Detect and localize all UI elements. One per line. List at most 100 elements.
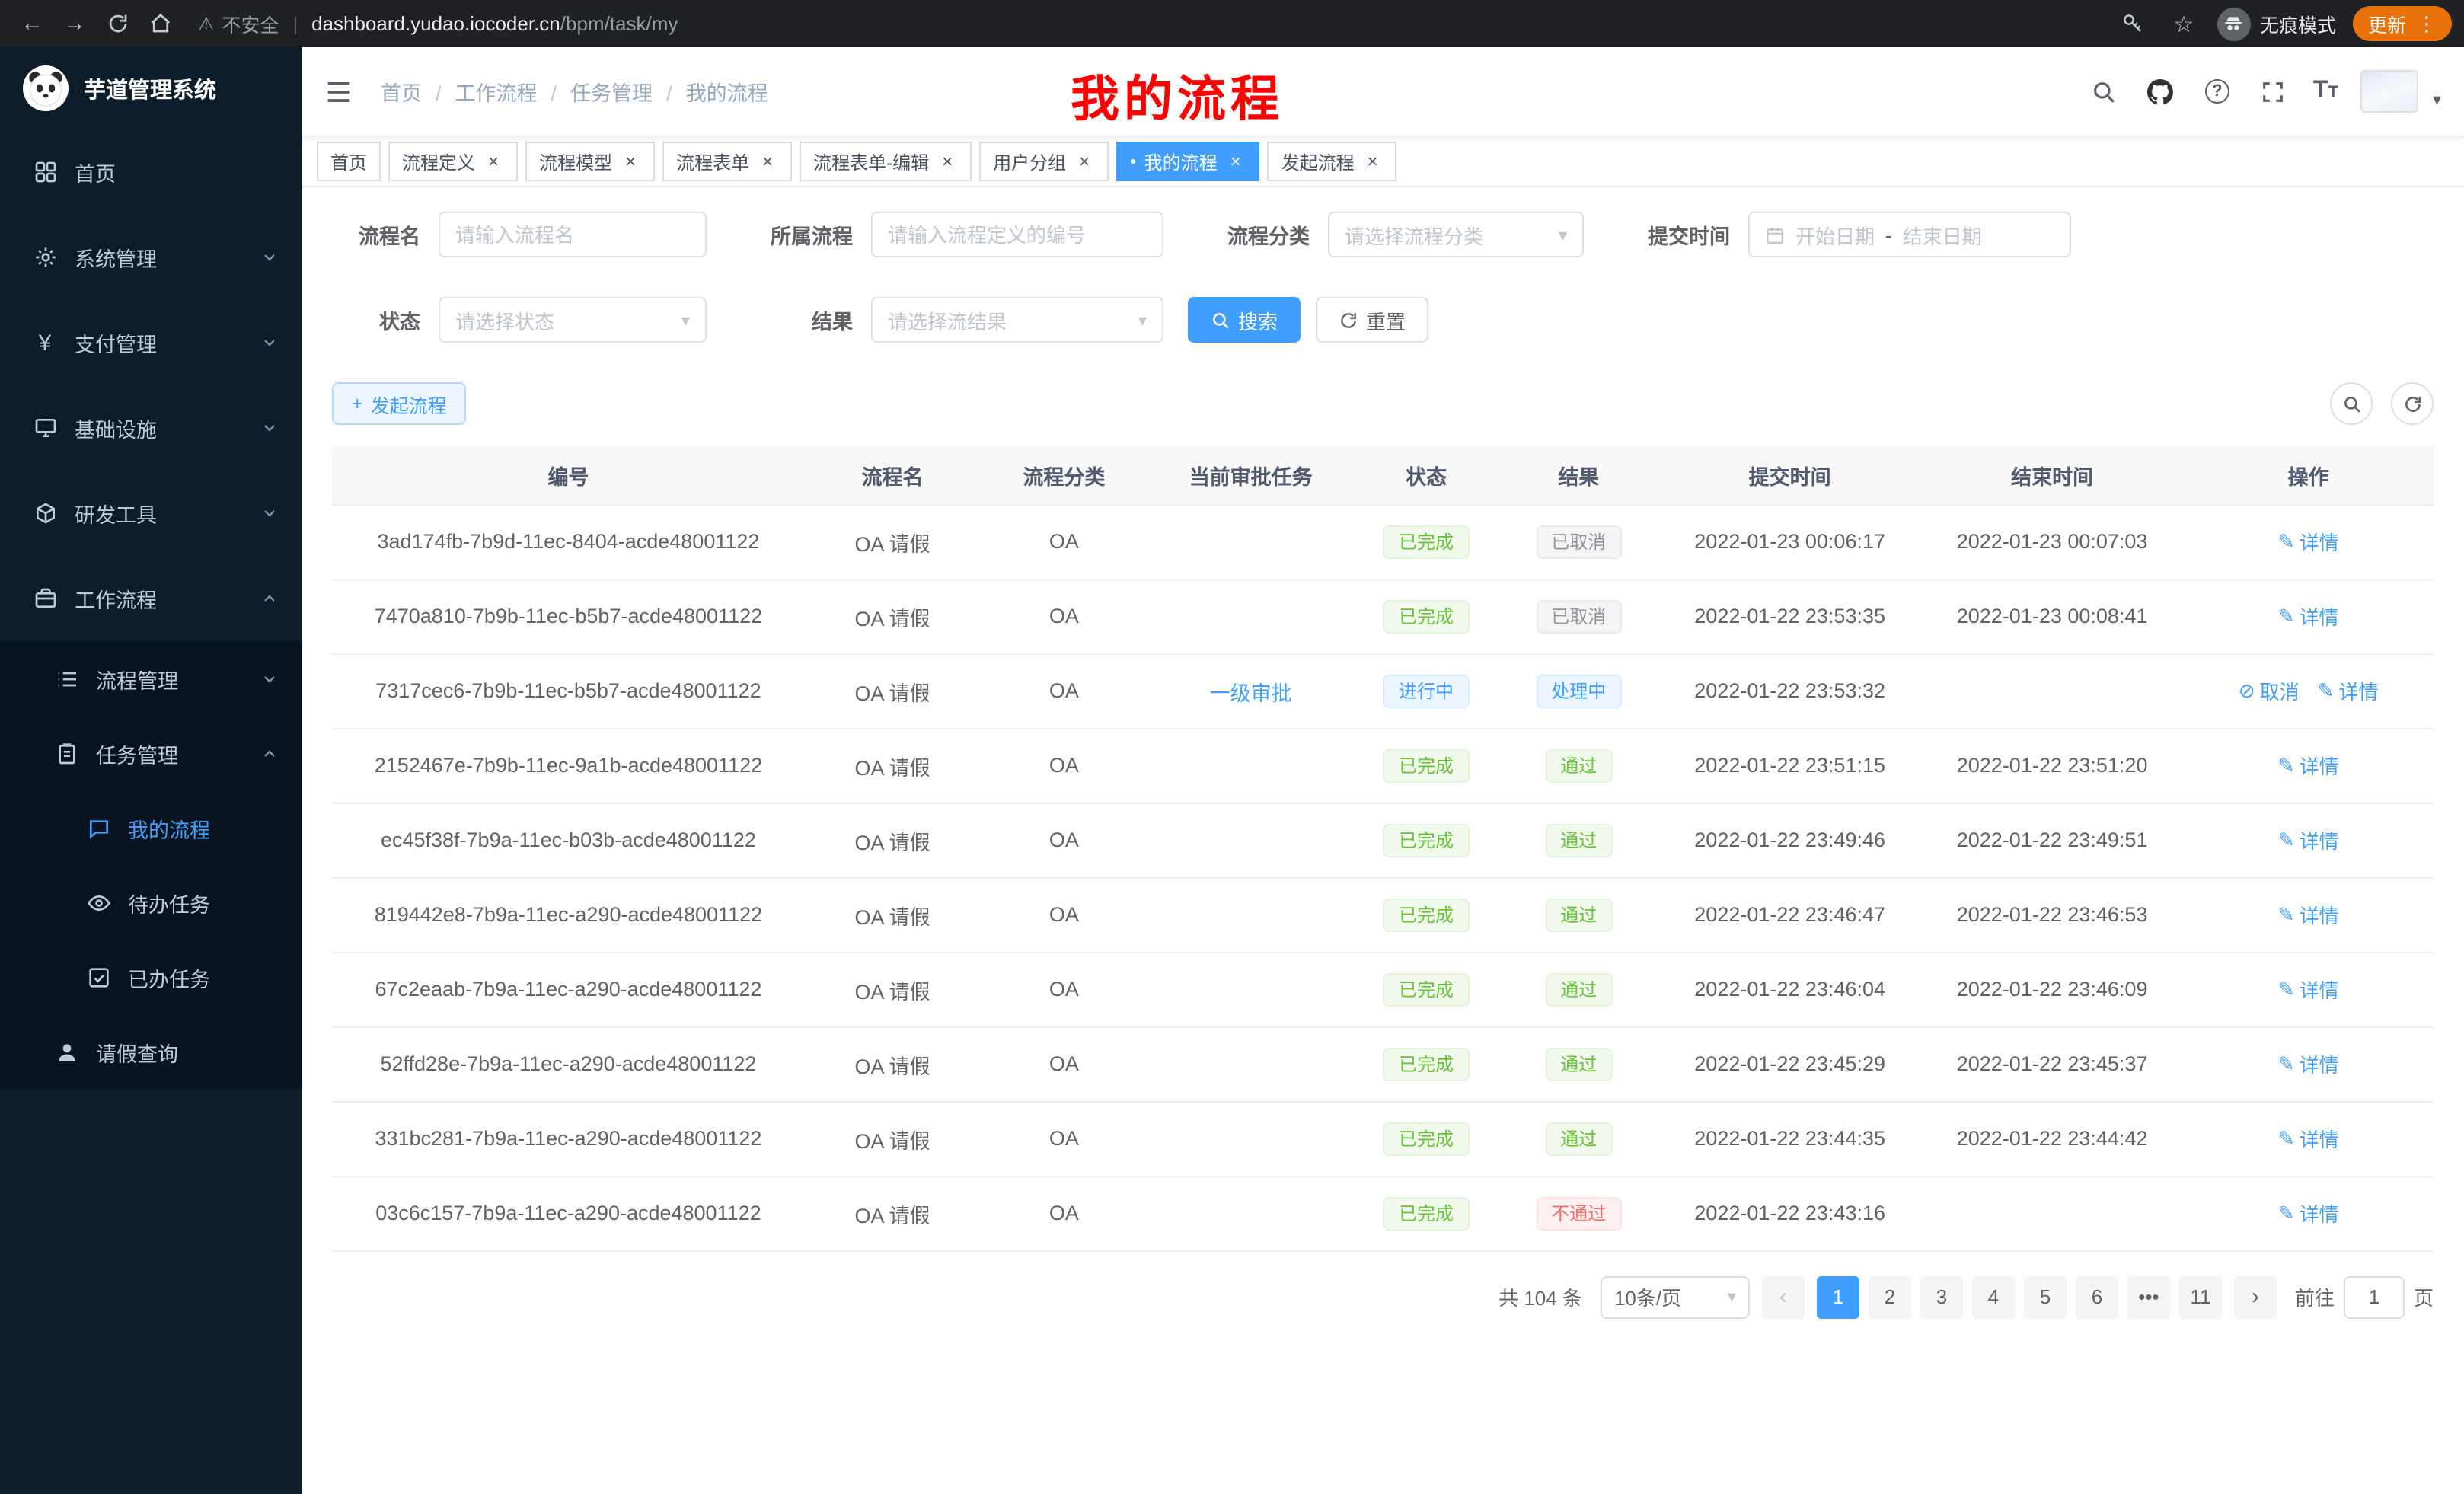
category-select[interactable]: 请选择流程分类 ▾	[1328, 212, 1584, 257]
detail-action-link[interactable]: ✎详情	[2278, 1124, 2339, 1153]
close-icon[interactable]: ×	[1074, 151, 1095, 172]
help-icon[interactable]: ?	[2201, 75, 2234, 108]
toggle-search-button[interactable]	[2330, 382, 2373, 425]
detail-action-link[interactable]: ✎详情	[2278, 900, 2339, 929]
pager-page[interactable]: •••	[2127, 1275, 2170, 1318]
sidebar-item-task-management[interactable]: 任务管理	[0, 716, 302, 790]
detail-action-link[interactable]: ✎详情	[2278, 527, 2339, 556]
submit-time-range-picker[interactable]: 开始日期 - 结束日期	[1748, 212, 2071, 257]
breadcrumb: 首页 工作流程 任务管理 我的流程	[381, 76, 782, 107]
browser-refresh-button[interactable]	[97, 4, 137, 43]
pager-page[interactable]: 2	[1869, 1275, 1911, 1318]
close-icon[interactable]: ×	[1225, 151, 1246, 172]
end-date-placeholder[interactable]: 结束日期	[1903, 220, 1982, 249]
pager-prev-button[interactable]: ‹	[1762, 1275, 1805, 1318]
cell-actions: ✎详情	[2183, 728, 2434, 803]
pager-pages: 123456•••11	[1817, 1275, 2222, 1318]
breadcrumb-item[interactable]: 任务管理	[551, 76, 653, 107]
sidebar-item-leave-query[interactable]: 请假查询	[0, 1014, 302, 1089]
pager-page[interactable]: 11	[2179, 1275, 2222, 1318]
close-icon[interactable]: ×	[937, 151, 958, 172]
tab-5[interactable]: 用户分组×	[979, 142, 1109, 181]
detail-action-link[interactable]: ✎详情	[2278, 1199, 2339, 1227]
breadcrumb-item[interactable]: 首页	[381, 76, 422, 107]
cancel-action-link[interactable]: ⊘取消	[2239, 676, 2300, 705]
tab-3[interactable]: 流程表单×	[662, 142, 792, 181]
sidebar-item-todo-tasks[interactable]: 待办任务	[0, 865, 302, 940]
start-date-placeholder[interactable]: 开始日期	[1795, 220, 1875, 249]
detail-action-link[interactable]: ✎详情	[2278, 825, 2339, 854]
goto-page-input[interactable]	[2344, 1275, 2405, 1318]
tab-0[interactable]: 首页	[317, 142, 381, 181]
detail-action-link[interactable]: ✎详情	[2278, 751, 2339, 780]
password-key-icon[interactable]	[2117, 7, 2150, 40]
browser-update-button[interactable]: 更新 ⋮	[2353, 6, 2452, 41]
address-bar[interactable]: ⚠ 不安全 | dashboard.yudao.iocoder.cn/bpm/t…	[198, 5, 2099, 42]
font-size-icon[interactable]: TT	[2313, 78, 2338, 105]
submit-time-label: 提交时间	[1620, 219, 1730, 250]
refresh-table-button[interactable]	[2391, 382, 2434, 425]
detail-action-link[interactable]: ✎详情	[2278, 975, 2339, 1004]
tab-1[interactable]: 流程定义 ×	[388, 142, 518, 181]
pager-page-active[interactable]: 1	[1817, 1275, 1859, 1318]
detail-action-link[interactable]: ✎详情	[2318, 676, 2379, 705]
close-icon[interactable]: ×	[1362, 151, 1384, 172]
hamburger-icon[interactable]	[324, 75, 358, 108]
search-icon[interactable]	[2088, 75, 2121, 108]
profile-chip[interactable]: 无痕模式	[2217, 7, 2336, 40]
browser-menu-icon[interactable]: ⋮	[2417, 14, 2437, 34]
monitor-icon	[32, 415, 58, 441]
tab-6[interactable]: ●我的流程×	[1116, 142, 1260, 181]
bookmark-star-icon[interactable]: ☆	[2167, 7, 2201, 40]
sidebar-item-process-management[interactable]: 流程管理	[0, 641, 302, 716]
security-label[interactable]: 不安全	[222, 9, 279, 38]
pager-page[interactable]: 4	[1972, 1275, 2015, 1318]
cell-status: 已完成	[1354, 1176, 1499, 1250]
tab-7[interactable]: 发起流程×	[1268, 142, 1397, 181]
pager-next-button[interactable]: ›	[2234, 1275, 2277, 1318]
sidebar-item-done-tasks[interactable]: 已办任务	[0, 940, 302, 1014]
parent-process-input[interactable]	[888, 223, 1147, 246]
page-content: 流程名 所属流程 流程分类 请选择流程分类 ▾ 提交时间	[302, 187, 2464, 1494]
browser-back-button[interactable]: ←	[12, 4, 52, 43]
create-process-button[interactable]: + 发起流程	[332, 382, 467, 425]
process-name-input[interactable]	[455, 223, 690, 246]
sidebar-item-workflow[interactable]: 工作流程	[0, 556, 302, 641]
browser-right-cluster: ☆ 无痕模式 更新 ⋮	[2117, 6, 2452, 41]
detail-action-link[interactable]: ✎详情	[2278, 1049, 2339, 1078]
search-button[interactable]: 搜索	[1188, 297, 1301, 343]
sidebar-item-infrastructure[interactable]: 基础设施	[0, 385, 302, 471]
current-task-link[interactable]: 一级审批	[1210, 682, 1292, 704]
table-toolbar: + 发起流程	[332, 382, 2434, 425]
sidebar-item-my-process[interactable]: 我的流程	[0, 790, 302, 865]
cell-status: 已完成	[1354, 1101, 1499, 1176]
sidebar-item-label: 待办任务	[128, 887, 210, 918]
chevron-down-icon[interactable]: ▾	[2433, 90, 2441, 113]
pager-page[interactable]: 3	[1920, 1275, 1963, 1318]
browser-forward-button[interactable]: →	[55, 4, 94, 43]
sidebar-item-system[interactable]: 系统管理	[0, 215, 302, 300]
tab-label: 流程定义	[402, 148, 475, 174]
detail-action-link[interactable]: ✎详情	[2278, 602, 2339, 630]
close-icon[interactable]: ×	[757, 151, 778, 172]
browser-home-button[interactable]	[140, 4, 180, 43]
fullscreen-icon[interactable]	[2257, 75, 2290, 108]
pager-page[interactable]: 5	[2024, 1275, 2067, 1318]
sidebar-item-payment[interactable]: ¥ 支付管理	[0, 300, 302, 385]
tab-4[interactable]: 流程表单-编辑×	[800, 142, 972, 181]
table-row: 3ad174fb-7b9d-11ec-8404-acde48001122OA 请…	[332, 504, 2434, 579]
github-icon[interactable]	[2144, 75, 2178, 108]
app-logo[interactable]: 芋道管理系统	[0, 47, 302, 129]
sidebar-item-home[interactable]: 首页	[0, 129, 302, 215]
page-size-select[interactable]: 10条/页 ▾	[1601, 1275, 1750, 1318]
avatar[interactable]	[2361, 70, 2419, 113]
close-icon[interactable]: ×	[483, 151, 504, 172]
result-select[interactable]: 请选择流结果 ▾	[871, 297, 1163, 343]
sidebar-item-devtools[interactable]: 研发工具	[0, 471, 302, 556]
status-select[interactable]: 请选择状态 ▾	[439, 297, 707, 343]
breadcrumb-item[interactable]: 工作流程	[436, 76, 538, 107]
reset-button[interactable]: 重置	[1316, 297, 1428, 343]
close-icon[interactable]: ×	[620, 151, 641, 172]
pager-page[interactable]: 6	[2076, 1275, 2118, 1318]
tab-2[interactable]: 流程模型×	[525, 142, 655, 181]
